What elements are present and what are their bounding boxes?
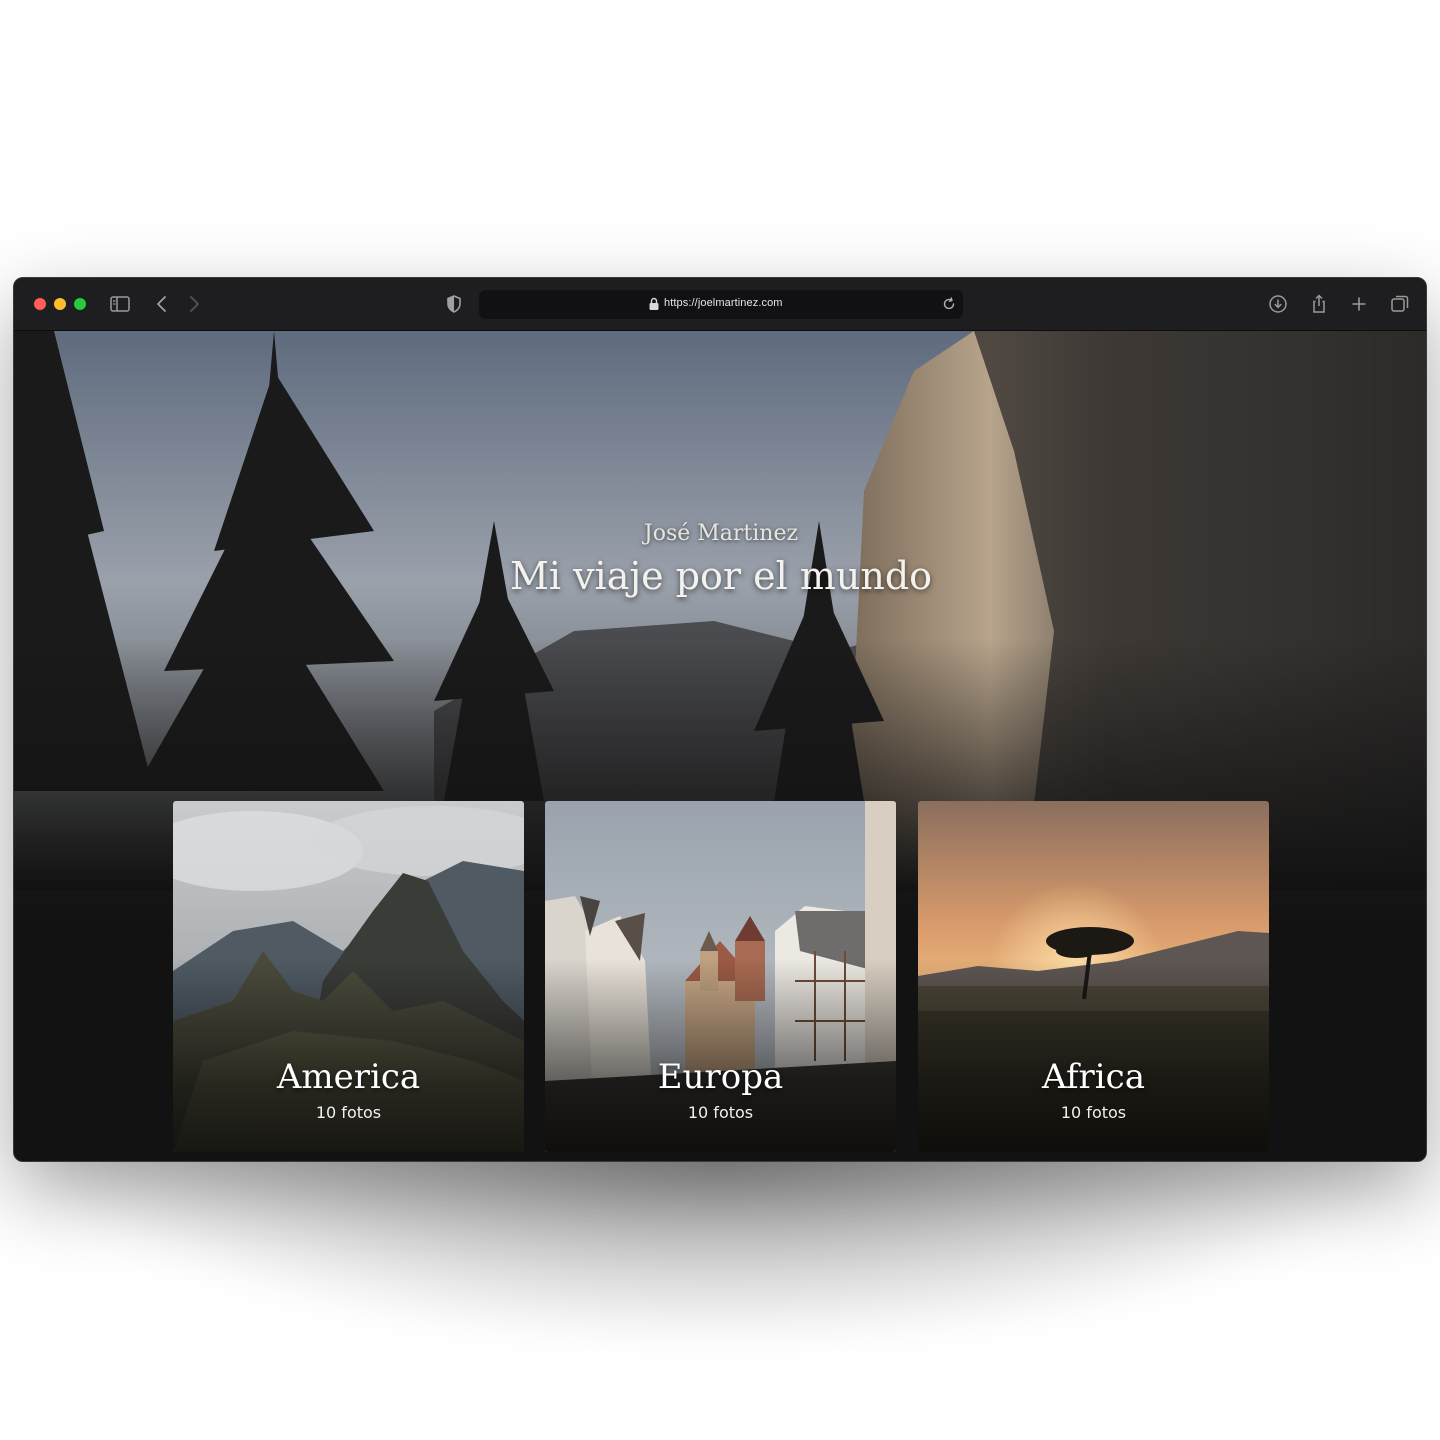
shield-icon[interactable] <box>442 292 466 316</box>
gallery-title: America <box>276 1057 421 1097</box>
download-icon[interactable] <box>1266 292 1290 316</box>
zoom-window-button[interactable] <box>74 298 86 310</box>
gallery-title: Europa <box>657 1057 784 1097</box>
sidebar-icon[interactable] <box>108 292 132 316</box>
tabs-overview-icon[interactable] <box>1388 292 1412 316</box>
reload-icon[interactable] <box>941 296 957 312</box>
address-bar[interactable]: https://joelmartinez.com <box>479 290 963 319</box>
hero-author-name: José Martinez <box>643 521 799 546</box>
gallery-photo-count: 10 fotos <box>1060 1103 1127 1122</box>
gallery-card-africa[interactable]: Africa 10 fotos <box>918 801 1269 1152</box>
back-icon[interactable] <box>150 292 174 316</box>
gallery-photo-count: 10 fotos <box>315 1103 382 1122</box>
page-title: Mi viaje por el mundo <box>509 554 933 598</box>
gallery-card-europa[interactable]: Europa 10 fotos <box>545 801 896 1152</box>
new-tab-icon[interactable] <box>1347 292 1371 316</box>
browser-toolbar: https://joelmartinez.com <box>14 278 1426 331</box>
gallery-title: Africa <box>1042 1057 1145 1097</box>
forward-icon[interactable] <box>182 292 206 316</box>
address-url: https://joelmartinez.com <box>664 297 783 309</box>
gallery-cards: America 10 fotos Europa 10 fotos Africa … <box>173 801 1269 1153</box>
gallery-card-america[interactable]: America 10 fotos <box>173 801 524 1152</box>
gallery-photo-count: 10 fotos <box>687 1103 754 1122</box>
hero-section: José Martinez Mi viaje por el mundo Amer… <box>14 331 1426 1161</box>
lock-icon <box>648 297 660 311</box>
browser-window: https://joelmartinez.com José Martinez M… <box>13 277 1427 1162</box>
close-window-button[interactable] <box>34 298 46 310</box>
share-icon[interactable] <box>1307 292 1331 316</box>
minimize-window-button[interactable] <box>54 298 66 310</box>
